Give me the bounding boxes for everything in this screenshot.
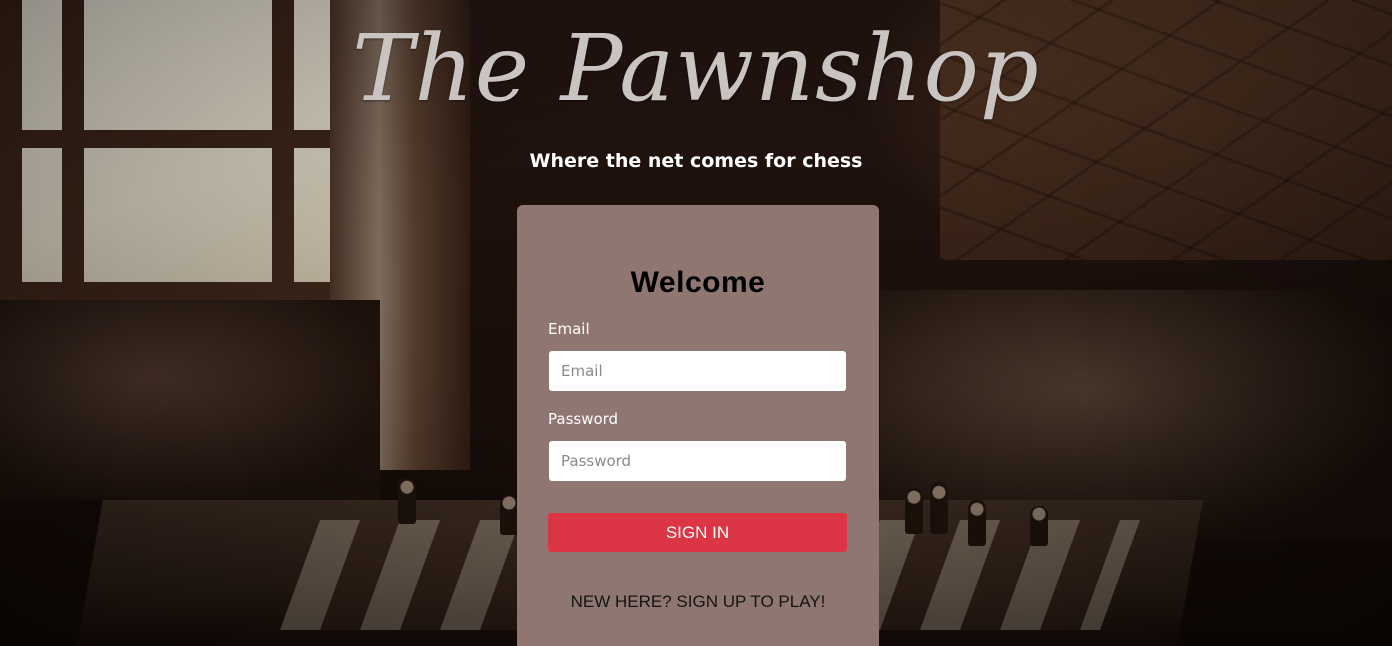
password-label: Password xyxy=(548,410,619,428)
login-title: Welcome xyxy=(630,266,766,299)
sign-up-link[interactable]: NEW HERE? SIGN UP TO PLAY! xyxy=(517,592,879,612)
tagline: Where the net comes for chess xyxy=(529,150,863,172)
password-field[interactable] xyxy=(549,441,846,481)
email-field[interactable] xyxy=(549,351,846,391)
sign-in-button[interactable]: SIGN IN xyxy=(548,513,847,552)
brand-title: The Pawnshop xyxy=(352,15,1040,122)
email-label: Email xyxy=(548,320,590,338)
